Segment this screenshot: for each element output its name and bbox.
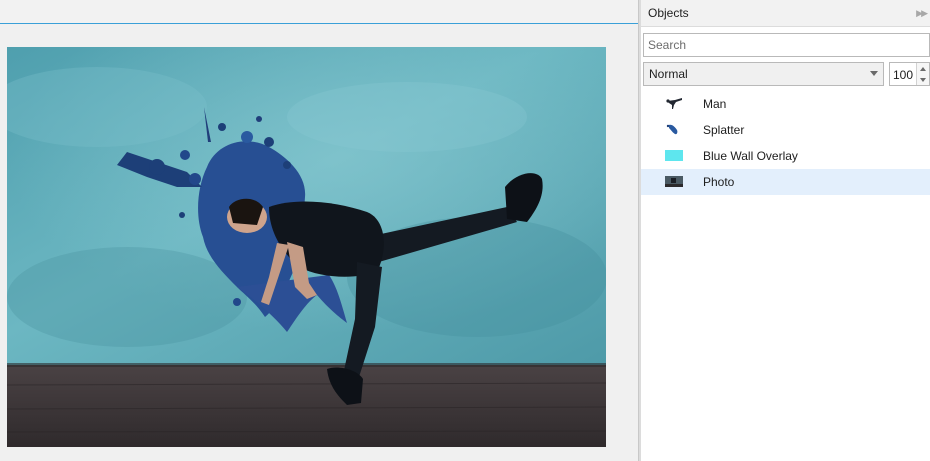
blend-mode-select[interactable]: Normal	[643, 62, 884, 86]
canvas-photo[interactable]	[7, 47, 606, 447]
layer-label: Blue Wall Overlay	[703, 149, 798, 163]
arrow-down-icon	[920, 77, 926, 82]
opacity-value: 100	[893, 68, 914, 82]
opacity-decrement-button[interactable]	[917, 74, 929, 85]
layer-item-man[interactable]: Man	[641, 91, 930, 117]
layer-item-photo[interactable]: Photo	[641, 169, 930, 195]
layer-item-splatter[interactable]: Splatter	[641, 117, 930, 143]
objects-panel-title: Objects	[648, 6, 689, 20]
layer-label: Man	[703, 97, 727, 111]
layer-label: Photo	[703, 175, 735, 189]
blue-overlay-thumbnail-icon	[665, 149, 683, 162]
opacity-spinner	[916, 63, 929, 85]
canvas-ruler-bar	[0, 0, 638, 24]
opacity-increment-button[interactable]	[917, 63, 929, 74]
app-window: Objects ▶▶ Normal 100 M	[0, 0, 930, 461]
splatter-thumbnail-icon	[665, 123, 683, 136]
collapse-panel-icon[interactable]: ▶▶	[916, 8, 928, 19]
blend-mode-value: Normal	[649, 67, 688, 81]
canvas-area[interactable]	[0, 0, 638, 461]
layer-list: Man Splatter Blue Wall Overlay Photo	[641, 91, 930, 195]
man-thumbnail-icon	[665, 97, 683, 110]
chevron-down-icon	[870, 71, 878, 76]
objects-panel: Objects ▶▶ Normal 100 M	[641, 0, 930, 461]
arrow-up-icon	[920, 66, 926, 71]
layer-label: Splatter	[703, 123, 745, 137]
layer-item-blue-wall-overlay[interactable]: Blue Wall Overlay	[641, 143, 930, 169]
photo-thumbnail-icon	[665, 175, 683, 188]
search-input[interactable]	[643, 33, 930, 57]
floor	[7, 365, 606, 447]
photo-artwork	[7, 47, 606, 447]
opacity-stepper[interactable]: 100	[889, 62, 930, 86]
objects-panel-header: Objects ▶▶	[641, 0, 930, 27]
